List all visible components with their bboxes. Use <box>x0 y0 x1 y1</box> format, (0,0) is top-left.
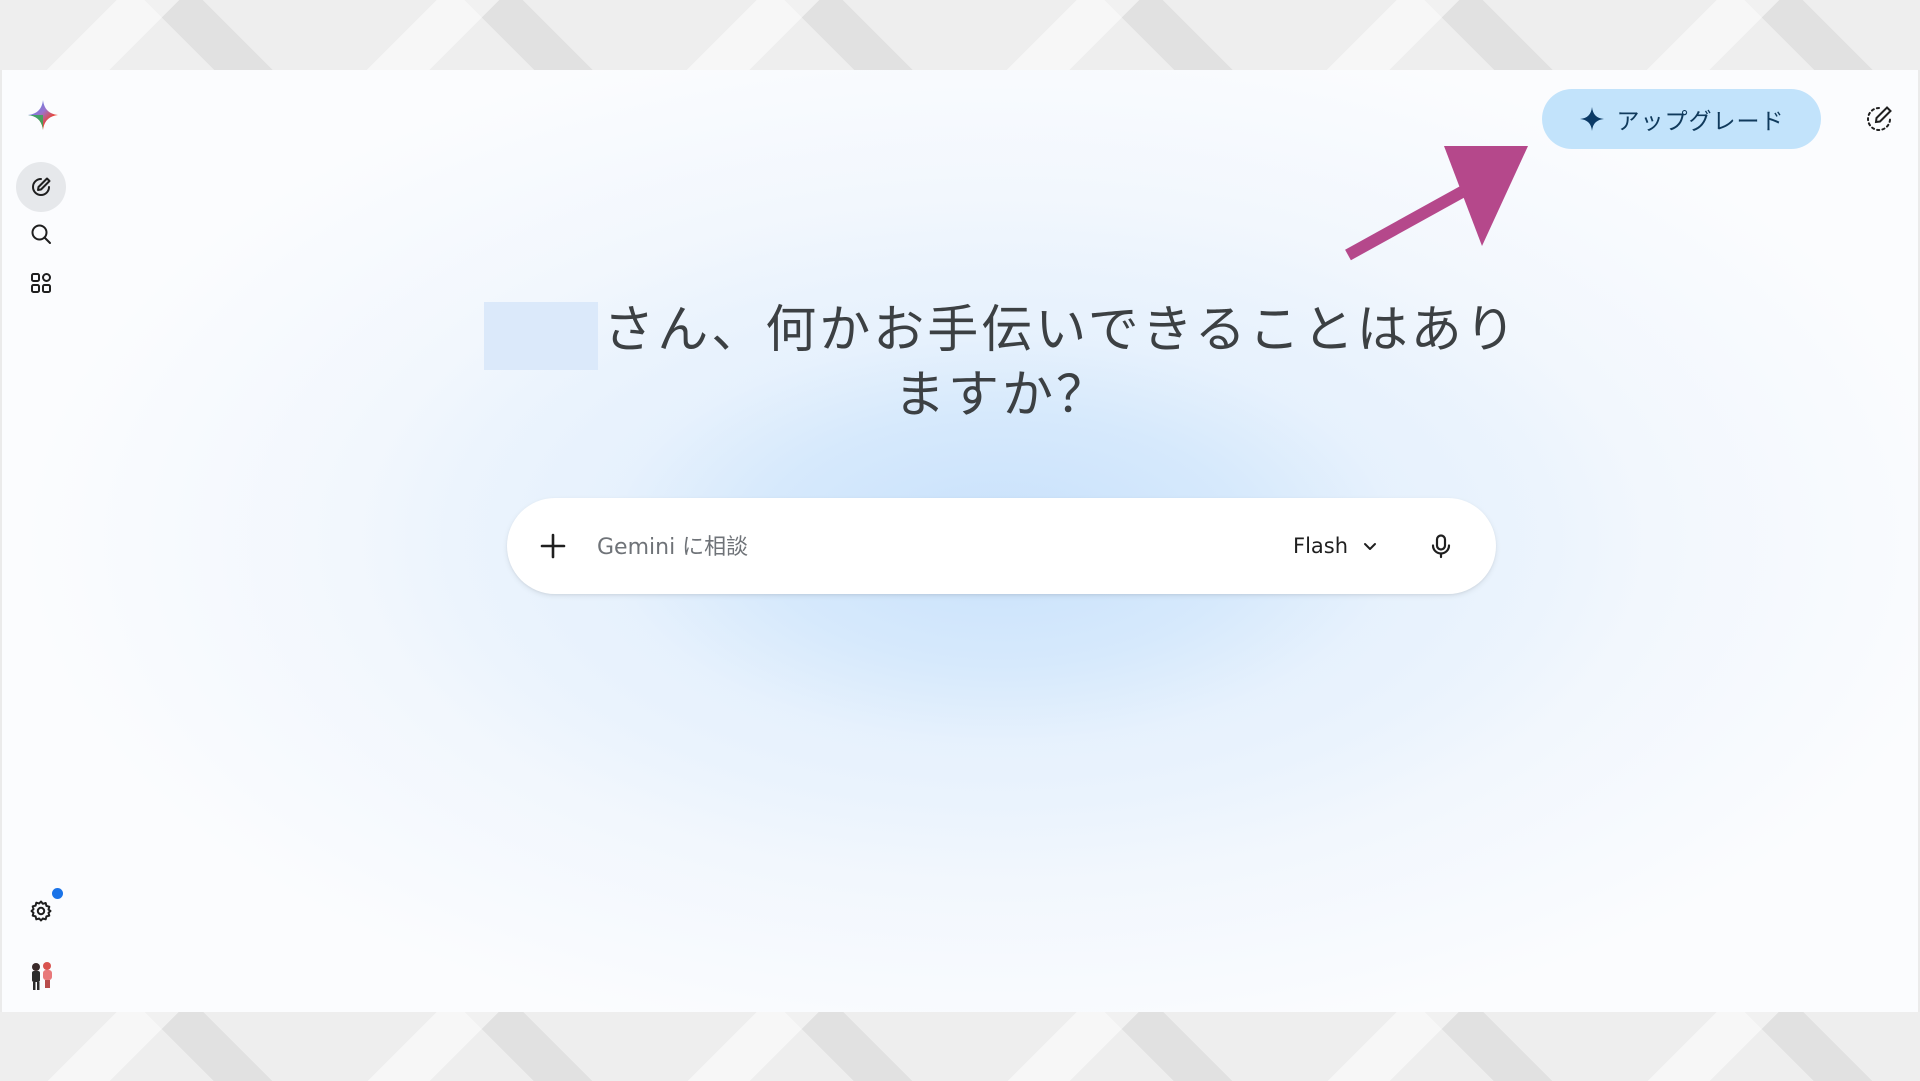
search-icon <box>31 224 51 244</box>
account-avatar-button[interactable] <box>20 954 62 996</box>
model-selector[interactable]: Flash <box>1281 524 1390 568</box>
microphone-icon <box>1431 534 1451 559</box>
greeting-line-2: ますか？ <box>893 366 1110 425</box>
gemini-app-window: アップグレード さん、何かお手伝いできることはあり ますか？ Flash <box>2 70 1918 1012</box>
apps-grid-icon <box>31 273 51 293</box>
temporary-chat-icon <box>1867 106 1892 131</box>
notification-dot <box>52 888 63 899</box>
chevron-down-icon <box>1364 543 1377 550</box>
gemini-logo-icon[interactable] <box>24 96 62 134</box>
greeting-heading: さん、何かお手伝いできることはあり ますか？ <box>482 298 1522 428</box>
model-label: Flash <box>1293 534 1349 558</box>
gear-icon <box>30 900 52 922</box>
greeting-line-1: さん、何かお手伝いできることはあり <box>603 301 1519 360</box>
prompt-box: Flash <box>507 498 1496 594</box>
avatar-icon <box>32 962 52 990</box>
prompt-input[interactable] <box>595 526 1199 568</box>
decorative-frame-top <box>0 0 1920 70</box>
spark-star-icon <box>1579 106 1605 132</box>
search-button[interactable] <box>20 213 62 255</box>
add-attachment-button[interactable] <box>531 524 575 568</box>
temporary-chat-button[interactable] <box>1858 98 1900 140</box>
annotation-arrow <box>1345 146 1528 261</box>
voice-input-button[interactable] <box>1419 524 1463 568</box>
upgrade-button[interactable]: アップグレード <box>1542 89 1821 149</box>
decorative-frame-bottom <box>0 1012 1920 1081</box>
plus-icon <box>540 533 566 559</box>
new-chat-button[interactable] <box>16 162 66 212</box>
apps-button[interactable] <box>20 262 62 304</box>
upgrade-label: アップグレード <box>1616 109 1785 135</box>
edit-icon <box>32 177 51 196</box>
